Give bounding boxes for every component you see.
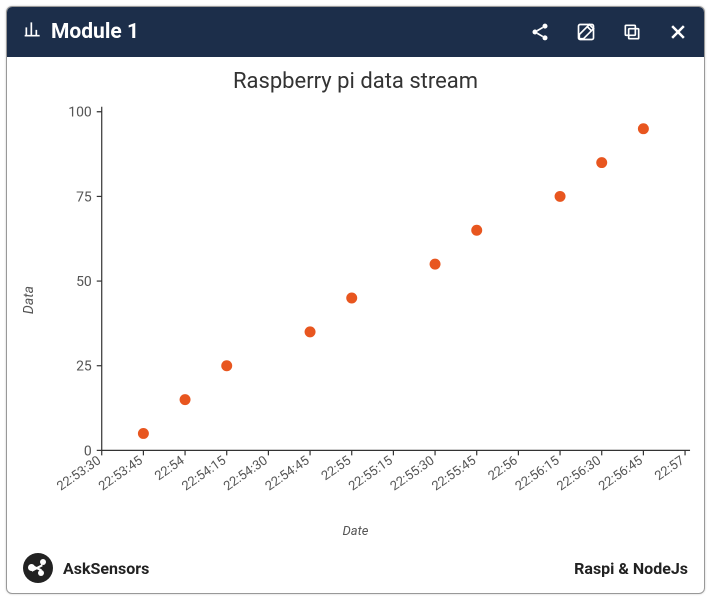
x-tick-label: 22:56:15 <box>513 453 563 494</box>
y-tick-label: 75 <box>76 189 92 205</box>
module-panel: Module 1 Raspberry pi data stream Data D… <box>6 6 705 594</box>
close-icon[interactable] <box>668 22 688 42</box>
data-point <box>638 123 649 134</box>
data-point <box>346 293 357 304</box>
bar-chart-icon <box>23 19 43 45</box>
y-tick-label: 100 <box>68 105 92 121</box>
x-tick-label: 22:57 <box>652 453 687 484</box>
y-tick-label: 25 <box>76 359 92 375</box>
footer-brand-group: AskSensors <box>23 553 149 583</box>
chart-area: Raspberry pi data stream Data Date 02550… <box>7 57 704 543</box>
asksensors-logo-icon <box>23 553 53 583</box>
header-actions <box>530 22 688 42</box>
data-point <box>221 360 232 371</box>
x-tick-label: 22:55:45 <box>430 453 480 494</box>
data-point <box>430 259 441 270</box>
scatter-plot: 025507510022:53:3022:53:4522:5422:54:152… <box>7 57 704 543</box>
share-icon[interactable] <box>530 22 550 42</box>
panel-title-group: Module 1 <box>23 19 139 45</box>
panel-title: Module 1 <box>51 20 139 44</box>
x-tick-label: 22:54:30 <box>221 453 271 494</box>
data-point <box>305 326 316 337</box>
x-tick-label: 22:55:15 <box>346 453 396 494</box>
x-tick-label: 22:53:45 <box>96 453 146 494</box>
y-tick-label: 50 <box>76 274 92 290</box>
data-point <box>555 191 566 202</box>
data-point <box>596 157 607 168</box>
footer-brand: AskSensors <box>63 559 149 578</box>
x-tick-label: 22:53:30 <box>55 453 105 494</box>
x-tick-label: 22:56:45 <box>596 453 646 494</box>
copy-icon[interactable] <box>622 22 642 42</box>
panel-header: Module 1 <box>7 7 704 57</box>
x-tick-label: 22:54:45 <box>263 453 313 494</box>
footer-right-text: Raspi & NodeJs <box>574 559 688 578</box>
edit-icon[interactable] <box>576 22 596 42</box>
data-point <box>471 225 482 236</box>
data-point <box>180 394 191 405</box>
data-point <box>138 428 149 439</box>
x-tick-label: 22:54:15 <box>180 453 230 494</box>
x-tick-label: 22:55:30 <box>388 453 438 494</box>
x-tick-label: 22:56:30 <box>555 453 605 494</box>
panel-footer: AskSensors Raspi & NodeJs <box>7 543 704 593</box>
